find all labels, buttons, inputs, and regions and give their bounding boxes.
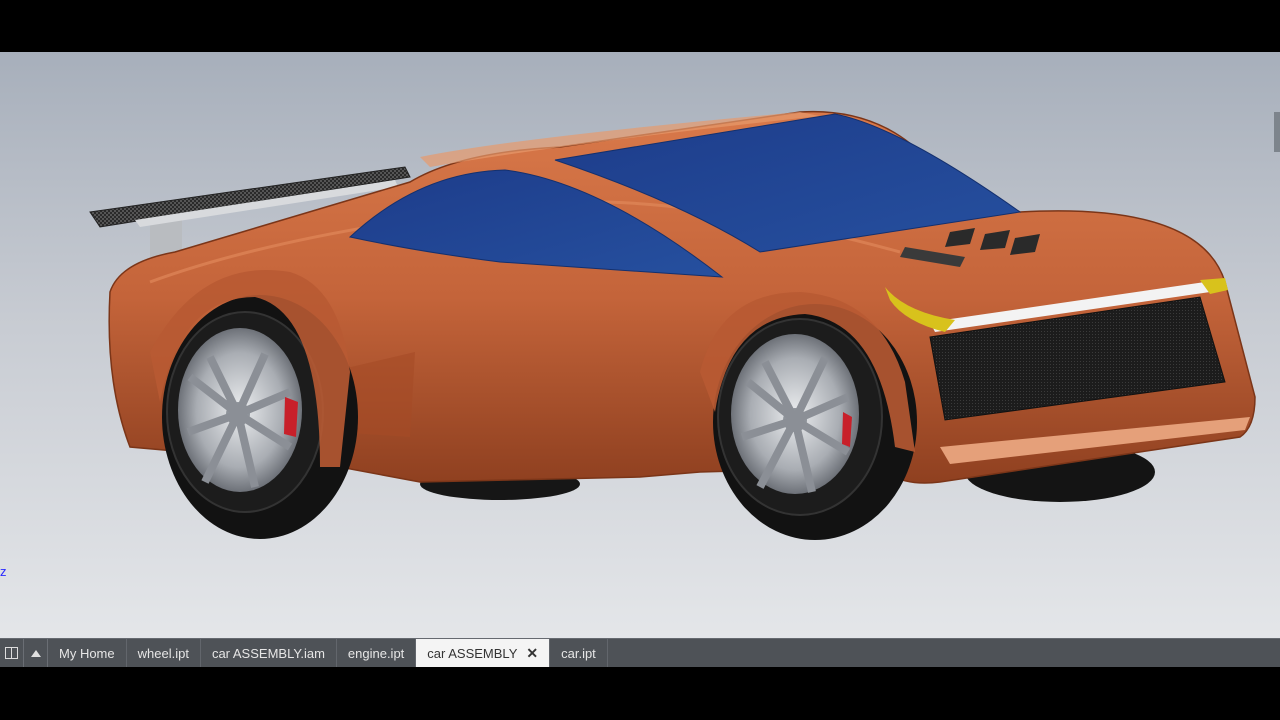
tab-label: engine.ipt — [347, 645, 405, 661]
tab-label: car ASSEMBLY — [427, 645, 518, 661]
tab-car-assembly-iam[interactable]: car ASSEMBLY.iam — [201, 639, 337, 667]
tab-wheel-ipt[interactable]: wheel.ipt — [127, 639, 201, 667]
viewcube-edge[interactable] — [1274, 112, 1280, 152]
tab-label: car ASSEMBLY.iam — [211, 645, 325, 661]
tab-car-assembly-active[interactable]: car ASSEMBLY ✕ — [416, 639, 551, 667]
triangle-up-icon — [30, 649, 41, 657]
car-model-render[interactable] — [0, 52, 1280, 638]
tab-car-ipt[interactable]: car.ipt — [550, 639, 608, 667]
document-tab-bar: My Home wheel.ipt car ASSEMBLY.iam engin… — [0, 638, 1280, 667]
letterbox-top — [0, 0, 1280, 52]
graphics-viewport[interactable]: z — [0, 52, 1280, 638]
letterbox-bottom — [0, 667, 1280, 720]
tab-my-home[interactable]: My Home — [48, 639, 127, 667]
view-cube-axis-label: z — [0, 564, 7, 579]
close-icon[interactable]: ✕ — [526, 645, 538, 662]
tab-label: My Home — [59, 645, 115, 661]
tab-label: wheel.ipt — [137, 645, 189, 661]
tile-windows-button[interactable] — [0, 639, 24, 667]
document-list-button[interactable] — [24, 639, 48, 667]
tab-engine-ipt[interactable]: engine.ipt — [337, 639, 417, 667]
tab-label: car.ipt — [561, 645, 596, 661]
tile-windows-icon — [5, 647, 18, 659]
